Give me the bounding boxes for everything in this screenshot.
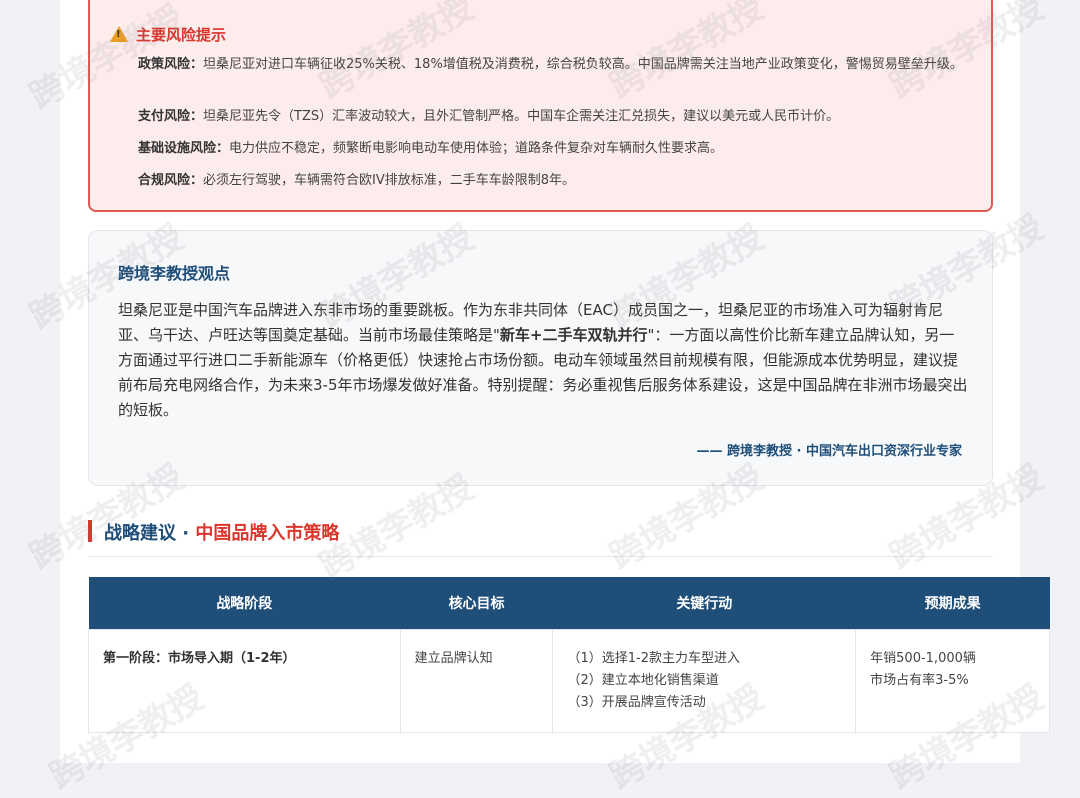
table-header-row: 战略阶段 核心目标 关键行动 预期成果 — [88, 577, 1050, 629]
goal-cell: 建立品牌认知 — [399, 628, 554, 733]
opinion-highlight: 新车+二手车双轨并行 — [499, 326, 648, 344]
opinion-body: 坦桑尼亚是中国汽车品牌进入东非市场的重要跳板。作为东非共同体（EAC）成员国之一… — [118, 298, 968, 423]
risk-text: 必须左行驾驶，车辆需符合欧IV排放标准，二手车车龄限制8年。 — [203, 173, 576, 188]
column-header: 核心目标 — [400, 577, 553, 629]
risk-text: 坦桑尼亚先令（TZS）汇率波动较大，且外汇管制严格。中国车企需关注汇兑损失，建议… — [203, 109, 840, 124]
column-header: 战略阶段 — [88, 577, 401, 629]
result-item: 年销500-1,000辆 — [870, 650, 976, 666]
risk-item-payment: 支付风险：坦桑尼亚先令（TZS）汇率波动较大，且外汇管制严格。中国车企需关注汇兑… — [138, 106, 968, 128]
risk-item-compliance: 合规风险：必须左行驾驶，车辆需符合欧IV排放标准，二手车车龄限制8年。 — [138, 170, 968, 192]
column-header: 关键行动 — [552, 577, 856, 629]
column-header: 预期成果 — [855, 577, 1050, 629]
risk-item-infrastructure: 基础设施风险：电力供应不稳定，频繁断电影响电动车使用体验；道路条件复杂对车辆耐久… — [138, 138, 968, 160]
opinion-signature: —— 跨境李教授 · 中国汽车出口资深行业专家 — [696, 444, 962, 459]
risk-label: 基础设施风险： — [138, 141, 230, 156]
section-title: 战略建议 · 中国品牌入市策略 — [104, 519, 339, 545]
table-row: 第一阶段：市场导入期（1-2年） 建立品牌认知 （1）选择1-2款主力车型进入 … — [88, 628, 1050, 733]
risk-label: 政策风险： — [138, 57, 204, 72]
results-cell: 年销500-1,000辆 市场占有率3-5% — [855, 628, 1050, 733]
risk-label: 支付风险： — [138, 109, 204, 124]
action-item: （2）建立本地化销售渠道 — [567, 672, 719, 688]
risk-text: 电力供应不稳定，频繁断电影响电动车使用体验；道路条件复杂对车辆耐久性要求高。 — [229, 141, 724, 156]
section-title-main: 战略建议 · — [104, 523, 196, 544]
risk-item-policy: 政策风险：坦桑尼亚对进口车辆征收25%关税、18%增值税及消费税，综合税负较高。… — [138, 54, 968, 76]
section-divider — [88, 556, 993, 557]
action-item: （3）开展品牌宣传活动 — [567, 694, 706, 710]
section-accent-bar — [88, 520, 92, 542]
actions-cell: （1）选择1-2款主力车型进入 （2）建立本地化销售渠道 （3）开展品牌宣传活动 — [552, 628, 857, 733]
section-title-highlight: 中国品牌入市策略 — [195, 523, 340, 544]
stage-cell: 第一阶段：市场导入期（1-2年） — [88, 628, 401, 733]
strategy-table: 战略阶段 核心目标 关键行动 预期成果 第一阶段：市场导入期（1-2年） 建立品… — [88, 577, 1050, 733]
opinion-title: 跨境李教授观点 — [118, 264, 231, 283]
risk-text: 坦桑尼亚对进口车辆征收25%关税、18%增值税及消费税，综合税负较高。中国品牌需… — [203, 57, 963, 72]
risk-title: 主要风险提示 — [110, 24, 226, 45]
risk-title-text: 主要风险提示 — [136, 26, 227, 44]
action-item: （1）选择1-2款主力车型进入 — [567, 650, 740, 666]
warning-icon — [110, 25, 128, 42]
result-item: 市场占有率3-5% — [870, 672, 969, 688]
risk-label: 合规风险： — [138, 173, 204, 188]
